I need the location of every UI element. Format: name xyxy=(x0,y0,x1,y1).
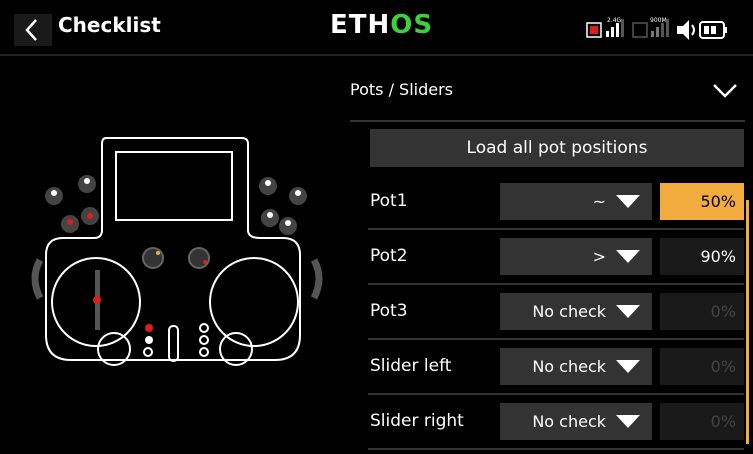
status-icons: 2.4G 900M xyxy=(586,17,727,40)
dropdown-triangle-icon xyxy=(616,360,640,373)
checklist-row: Pot3 No check 0% xyxy=(368,286,744,338)
top-bar: Checklist ETHOS 2.4G 900M xyxy=(0,0,753,54)
header-divider xyxy=(0,54,753,56)
position-value-field[interactable]: 50% xyxy=(660,183,744,220)
position-value-field[interactable]: 0% xyxy=(660,348,744,385)
checklist-screen: Checklist ETHOS 2.4G 900M Pots / Sliders… xyxy=(0,0,753,454)
check-mode-select[interactable]: ~ xyxy=(500,183,652,220)
load-all-pot-positions-button[interactable]: Load all pot positions xyxy=(370,129,744,167)
check-mode-value: No check xyxy=(532,302,606,321)
checklist-row: Slider left No check 0% xyxy=(368,341,744,393)
chevron-down-icon[interactable] xyxy=(712,83,738,99)
row-label: Pot3 xyxy=(370,301,408,321)
position-value-field[interactable]: 0% xyxy=(660,403,744,440)
check-mode-value: No check xyxy=(532,357,606,376)
check-mode-select[interactable]: No check xyxy=(500,293,652,330)
pot1-icon xyxy=(142,247,164,269)
dropdown-triangle-icon xyxy=(616,195,640,208)
row-label: Slider right xyxy=(370,411,464,431)
speaker-icon xyxy=(677,20,695,40)
row-label: Slider left xyxy=(370,356,452,376)
back-chevron-icon xyxy=(14,14,52,46)
pot2-icon xyxy=(188,247,210,269)
radio-illustration xyxy=(31,137,323,366)
dropdown-triangle-icon xyxy=(616,305,640,318)
page-title: Checklist xyxy=(58,13,161,37)
row-label: Pot2 xyxy=(370,246,408,266)
check-mode-value: No check xyxy=(532,412,606,431)
row-divider xyxy=(368,228,744,230)
row-divider xyxy=(368,393,744,395)
row-label: Pot1 xyxy=(370,191,408,211)
back-button[interactable] xyxy=(14,14,52,46)
row-divider xyxy=(368,338,744,340)
row-divider xyxy=(368,283,744,285)
checklist-row: Pot2 >90% xyxy=(368,231,744,283)
battery-icon xyxy=(699,21,727,39)
dropdown-triangle-icon xyxy=(616,415,640,428)
check-mode-select[interactable]: No check xyxy=(500,403,652,440)
svg-text:2.4G: 2.4G xyxy=(607,17,622,24)
row-divider xyxy=(368,448,744,450)
checklist-row: Slider right No check 0% xyxy=(368,396,744,448)
check-mode-select[interactable]: No check xyxy=(500,348,652,385)
svg-text:900M: 900M xyxy=(650,17,667,24)
check-mode-value: ~ xyxy=(592,192,606,211)
position-value-field[interactable]: 0% xyxy=(660,293,744,330)
section-divider xyxy=(350,120,745,122)
ethos-logo: ETHOS xyxy=(330,10,434,40)
rx-signal-icon: 2.4G 900M xyxy=(586,17,669,38)
check-mode-select[interactable]: > xyxy=(500,238,652,275)
stick-left-dot xyxy=(93,296,101,304)
checklist-row: Pot1 ~50% xyxy=(368,176,744,228)
dropdown-triangle-icon xyxy=(616,250,640,263)
check-mode-value: > xyxy=(592,247,606,266)
scrollbar[interactable] xyxy=(746,200,749,444)
position-value-field[interactable]: 90% xyxy=(660,238,744,275)
section-title: Pots / Sliders xyxy=(350,80,453,99)
